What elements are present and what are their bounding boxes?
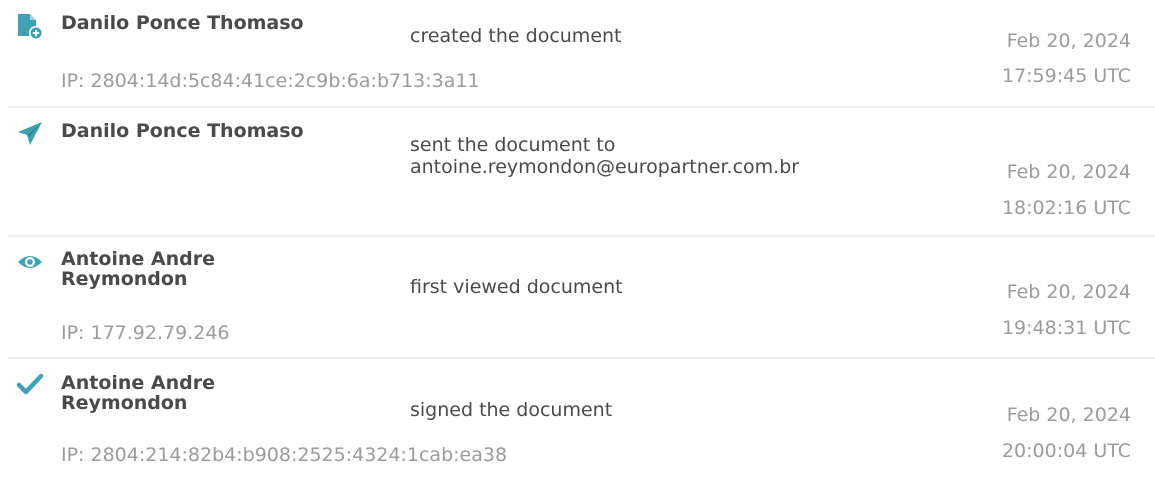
event-time: 20:00:04 UTC [1001, 440, 1131, 462]
actor-name: Antoine Andre Reymondon [61, 372, 215, 414]
audit-event-signed: Antoine Andre Reymondon signed the docum… [0, 0, 1155, 480]
checkmark-icon [16, 370, 44, 398]
ip-address: IP: 2804:214:82b4:b908:2525:4324:1cab:ea… [61, 444, 508, 466]
event-date: Feb 20, 2024 [1006, 404, 1131, 426]
event-action: signed the document [410, 399, 613, 421]
